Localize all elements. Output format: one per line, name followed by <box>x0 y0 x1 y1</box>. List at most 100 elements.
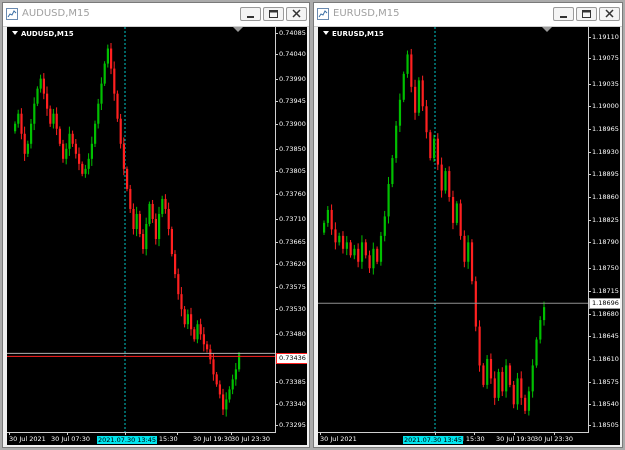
candle <box>527 386 531 416</box>
window-titlebar[interactable]: AUDUSD,M15 <box>3 3 309 27</box>
price-axis-label: 0.73665 <box>279 237 306 246</box>
price-axis-label: 0.73385 <box>279 377 306 386</box>
window-title: AUDUSD,M15 <box>22 8 90 19</box>
candle <box>429 129 432 161</box>
time-axis-tick <box>320 432 321 435</box>
price-axis-tick <box>588 174 591 176</box>
close-button[interactable] <box>599 7 620 21</box>
price-axis-tick <box>275 101 278 103</box>
price-axis-tick <box>588 404 591 406</box>
price-axis-label: 0.73620 <box>279 260 306 269</box>
candle <box>470 239 474 285</box>
candle <box>151 199 154 223</box>
candle <box>36 86 39 107</box>
price-axis-label: 1.18860 <box>592 192 619 201</box>
candle <box>170 226 173 257</box>
candle <box>94 120 97 147</box>
candle <box>148 201 151 227</box>
candle <box>119 113 122 149</box>
time-axis-tick <box>67 432 68 435</box>
candle <box>39 74 42 93</box>
candle <box>501 367 504 397</box>
candle <box>543 301 546 326</box>
price-axis-label: 1.19110 <box>592 33 619 41</box>
candle <box>508 363 512 388</box>
price-axis-label: 1.19075 <box>592 53 619 62</box>
candle <box>516 372 519 410</box>
price-axis-label: 1.19035 <box>592 79 619 88</box>
candle <box>436 133 439 171</box>
price-axis-tick <box>275 123 278 125</box>
restore-button[interactable] <box>263 7 284 21</box>
candle <box>87 153 90 175</box>
candle <box>486 355 489 389</box>
audusd-chart-window[interactable]: AUDUSD,M15 AUDUSD,M15 0.74085 0.74040 0.73… <box>2 2 310 448</box>
candle <box>368 250 371 273</box>
time-axis-label: 30 Jul 2021 <box>9 435 46 443</box>
candle <box>199 318 202 340</box>
price-axis-tick <box>588 106 591 108</box>
close-button[interactable] <box>286 7 307 21</box>
price-axis-tick <box>588 128 591 130</box>
candle <box>497 368 500 401</box>
candle <box>330 204 333 235</box>
candle <box>531 359 534 398</box>
candle <box>372 242 375 275</box>
candle <box>539 316 542 344</box>
candle <box>23 126 26 161</box>
time-axis-label: 30 Jul 07:30 <box>51 435 90 443</box>
candle <box>65 143 68 165</box>
candle <box>74 139 77 159</box>
candle <box>113 61 116 101</box>
candle <box>90 136 93 166</box>
chart-area[interactable]: AUDUSD,M15 0.74085 0.74040 0.73990 0.73945 0… <box>7 27 307 445</box>
candle <box>406 50 409 78</box>
candle <box>334 222 337 250</box>
candle <box>376 246 379 265</box>
candle <box>145 217 148 256</box>
minimize-icon <box>247 16 254 18</box>
candle <box>154 213 157 245</box>
chart-area[interactable]: EURUSD,M15 1.19110 1.19075 1.19035 1.19000 1… <box>318 27 620 445</box>
eurusd-chart-window[interactable]: EURUSD,M15 EURUSD,M15 1.19110 1.19075 1.19… <box>313 2 623 448</box>
price-axis-label: 1.19000 <box>592 102 619 111</box>
price-axis-label: 0.73760 <box>279 189 306 198</box>
price-axis-label: 1.18540 <box>592 400 619 409</box>
restore-icon <box>582 10 591 18</box>
candle <box>474 276 477 332</box>
candle <box>71 130 74 147</box>
candle <box>78 147 81 171</box>
price-axis-tick <box>275 404 278 406</box>
candle <box>398 93 402 132</box>
minimize-button[interactable] <box>240 7 261 21</box>
candle <box>364 239 367 259</box>
candle <box>360 235 364 269</box>
price-axis-tick <box>588 83 591 85</box>
candle <box>512 380 515 409</box>
candle <box>387 176 390 224</box>
price-axis-label: 0.73945 <box>279 97 306 106</box>
price-axis-tick <box>588 196 591 198</box>
restore-button[interactable] <box>576 7 597 21</box>
crosshair-time-label: 2021.07.30 13:45 <box>403 436 464 444</box>
minimize-button[interactable] <box>553 7 574 21</box>
price-axis-label: 1.18715 <box>592 286 619 295</box>
candle <box>209 344 212 365</box>
candle <box>100 77 103 111</box>
candle <box>186 309 189 329</box>
candle <box>225 392 228 417</box>
time-axis-tick <box>435 432 436 435</box>
candle <box>451 190 455 230</box>
window-titlebar[interactable]: EURUSD,M15 <box>314 3 622 27</box>
price-axis-tick <box>275 193 278 195</box>
candle <box>126 166 129 192</box>
price-axis-label: 1.18825 <box>592 215 619 224</box>
candle <box>58 126 61 147</box>
candle <box>463 230 466 268</box>
price-axis-tick <box>275 425 278 426</box>
price-axis-label: 0.73900 <box>279 119 306 128</box>
current-price-tag: 0.73436 <box>276 353 307 364</box>
price-axis-tick <box>275 148 278 150</box>
candle <box>142 229 145 254</box>
time-axis-label: 30 Jul 23:30 <box>534 435 573 443</box>
